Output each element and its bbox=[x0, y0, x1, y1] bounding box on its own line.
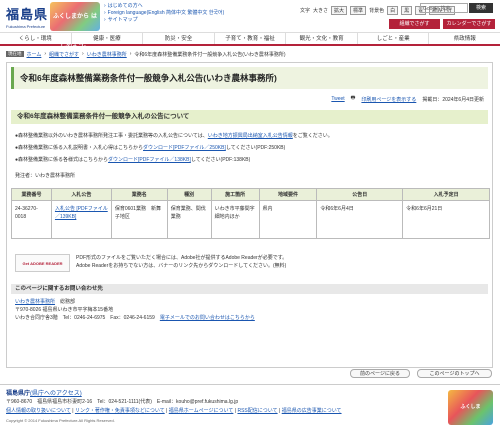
cell-notice-date: 令和6年6月4日 bbox=[316, 200, 404, 239]
pdf-notice-text: PDF形式のファイルをご覧いただく場合には、Adobe社が提供するAdobe R… bbox=[76, 255, 288, 269]
link-beginners[interactable]: › はじめての方へ bbox=[104, 3, 224, 10]
footer-logo: ふくしま bbox=[448, 390, 493, 425]
header-links: › はじめての方へ › Foreign language(English 简体中文 … bbox=[104, 3, 224, 24]
search-input[interactable]: Google 検索 bbox=[420, 3, 468, 13]
cell-number: 24-36270-0018 bbox=[11, 200, 52, 239]
arrow-icon: › bbox=[104, 3, 106, 9]
breadcrumb-current: 令和6年度森林整備業務条件付一般競争入札公告(いわき農林事務所) bbox=[134, 51, 286, 58]
bid-table: 業務番号 入札公告 業務名 種別 施工箇所 地域要件 公告日 入札予定日 24-… bbox=[11, 188, 490, 239]
page-title: 令和6年度森林整備業務条件付一般競争入札公告(いわき農林事務所) bbox=[11, 67, 488, 89]
nav-item-tourism[interactable]: 観光・文化・教育 bbox=[286, 33, 358, 44]
nav-item-childcare[interactable]: 子育て・教育・福祉 bbox=[215, 33, 287, 44]
cell-region: 県内 bbox=[258, 200, 318, 239]
breadcrumb-home[interactable]: ホーム bbox=[27, 51, 42, 58]
logo-subtitle: Fukushima Prefecture bbox=[6, 24, 46, 29]
col-header: 入札予定日 bbox=[402, 188, 490, 201]
page-nav: 前のページに戻る このページのトップへ bbox=[0, 368, 500, 380]
col-header: 地域要件 bbox=[258, 188, 318, 201]
section-heading: 令和6年度森林整備業務条件付一般競争入札の公告について bbox=[11, 110, 488, 124]
bid-info-link[interactable]: いわき地方振興局出納室入札公告情報 bbox=[208, 133, 293, 139]
col-header: 公告日 bbox=[316, 188, 404, 201]
paragraph-2: ●森林整備業務に係る入札説明書・入札心得はこちらからダウンロード[PDFファイル… bbox=[15, 145, 286, 151]
cell-place: いわき市平藤間字細地内ほか bbox=[210, 200, 260, 239]
pdf-reader-notice: Get ADOBE READER PDF形式のファイルをご覧いただく場合には、A… bbox=[15, 254, 484, 272]
bg-color-label: 背景色 bbox=[369, 8, 385, 14]
main-content: 令和6年度森林整備業務条件付一般競争入札公告(いわき農林事務所) Tweet 🖶… bbox=[6, 62, 493, 368]
col-header: 施工箇所 bbox=[210, 188, 260, 201]
office-phone: いわき合同庁舎3階 Tel：0246-24-6975 Fax：0246-24-6… bbox=[15, 315, 155, 321]
page-top-button[interactable]: このページのトップへ bbox=[417, 369, 492, 378]
office-link[interactable]: いわき農林事務所 bbox=[15, 299, 55, 305]
breadcrumb-sep: › bbox=[129, 51, 132, 57]
office-address: 〒970-8026 福島県いわき市平字梅本15番地 bbox=[15, 307, 114, 313]
link-foreign-language[interactable]: › Foreign language(English 简体中文 繁體中文 한국어) bbox=[104, 10, 224, 17]
footer-link-copyright[interactable]: リンク・著作権・免責事項などについて bbox=[75, 408, 165, 414]
paragraph-3: ●森林整備業務に係る各様式はこちらからダウンロード[PDFファイル／138KB]… bbox=[15, 157, 251, 163]
site-header: 福島県 Fukushima Prefecture ふくしまから はじめよう。 ›… bbox=[0, 0, 500, 49]
posted-date: 掲載日：2024年6月4日更新 bbox=[422, 96, 484, 103]
pdf-link-1[interactable]: [PDFファイル／250KB] bbox=[173, 145, 226, 151]
table-row: 24-36270-0018 入札公告 [PDFファイル／139KB] 保育060… bbox=[11, 200, 490, 239]
back-button[interactable]: 前のページに戻る bbox=[350, 369, 410, 378]
font-size-label-2: 大きさ bbox=[313, 8, 329, 14]
link-sitemap[interactable]: › サイトマップ bbox=[104, 17, 224, 24]
body-text: ●森林整備業務以外のいわき農林事務所発注工事・委託業務等の入札公告については、い… bbox=[15, 132, 484, 180]
pdf-link-2[interactable]: [PDFファイル／138KB] bbox=[138, 157, 191, 163]
cell-bid-date: 令和6年6月21日 bbox=[402, 200, 490, 239]
col-header: 業務名 bbox=[110, 188, 168, 201]
col-header: 業務番号 bbox=[11, 188, 52, 201]
search-by-calendar-button[interactable]: カレンダーでさがす bbox=[443, 19, 495, 29]
inquiry-info: いわき農林事務所 総務部 〒970-8026 福島県いわき市平字梅本15番地 い… bbox=[15, 298, 484, 322]
breadcrumb-here-label: 現在地 bbox=[6, 51, 24, 57]
font-size-label: 文字 bbox=[300, 8, 311, 14]
tweet-link[interactable]: Tweet bbox=[331, 96, 344, 102]
download-link-2[interactable]: ダウンロード bbox=[108, 157, 138, 163]
inquiry-heading: このページに関するお問い合わせ先 bbox=[11, 284, 488, 294]
print-link[interactable]: 印刷用ページを表示する bbox=[361, 96, 416, 103]
mascot-text: ふくしまから はじめよう。 bbox=[52, 13, 98, 49]
footer-link-privacy[interactable]: 個人情報の取り扱いについて bbox=[6, 408, 71, 414]
col-header: 入札公告 bbox=[50, 188, 112, 201]
cell-name: 保育0601業務 新舞子地区 bbox=[110, 200, 168, 239]
notice-pdf-link[interactable]: 入札公告 [PDFファイル／139KB] bbox=[55, 206, 108, 220]
cell-notice: 入札公告 [PDFファイル／139KB] bbox=[50, 200, 112, 239]
bg-white-button[interactable]: 白 bbox=[387, 6, 399, 15]
font-enlarge-button[interactable]: 拡大 bbox=[331, 6, 348, 15]
logo-title: 福島県 bbox=[6, 8, 49, 23]
footer-links: 個人情報の取り扱いについて | リンク・著作権・免責事項などについて | 福島県… bbox=[6, 408, 342, 414]
copyright: Copyright © 2014 Fukushima Prefecture.Al… bbox=[6, 418, 115, 423]
nav-item-safety[interactable]: 防災・安全 bbox=[143, 33, 215, 44]
site-footer: 福島県庁(県庁へのアクセス) 〒960-8670 福島県福島市杉妻町2-16 T… bbox=[0, 384, 500, 438]
table-header-row: 業務番号 入札公告 業務名 種別 施工箇所 地域要件 公告日 入札予定日 bbox=[11, 188, 490, 201]
arrow-icon: › bbox=[104, 10, 106, 16]
arrow-icon: › bbox=[104, 17, 106, 23]
breadcrumb-sep: › bbox=[44, 51, 47, 57]
footer-title: 福島県庁(県庁へのアクセス) bbox=[6, 391, 82, 397]
issuer-text: 発注者：いわき農林事務所 bbox=[15, 173, 76, 179]
access-link[interactable]: (県庁へのアクセス) bbox=[30, 391, 82, 397]
bg-black-button[interactable]: 黒 bbox=[401, 6, 413, 15]
printer-icon: 🖶 bbox=[350, 95, 356, 101]
search-by-org-button[interactable]: 組織でさがす bbox=[389, 19, 440, 29]
nav-item-prefecture[interactable]: 県政情報 bbox=[429, 33, 500, 44]
footer-address: 〒960-8670 福島県福島市杉妻町2-16 Tel：024-521-1111… bbox=[6, 399, 239, 405]
download-link-1[interactable]: ダウンロード bbox=[143, 145, 173, 151]
share-bar: Tweet 🖶 印刷用ページを表示する 掲載日：2024年6月4日更新 bbox=[15, 94, 484, 104]
font-standard-button[interactable]: 標準 bbox=[350, 6, 367, 15]
nav-item-work[interactable]: しごと・産業 bbox=[358, 33, 430, 44]
footer-link-ads[interactable]: 福島県の広告事業について bbox=[282, 408, 342, 414]
footer-link-rss[interactable]: RSS配信について bbox=[237, 408, 277, 414]
search-button[interactable]: 検索 bbox=[469, 3, 493, 13]
paragraph-1: ●森林整備業務以外のいわき農林事務所発注工事・委託業務等の入札公告については、い… bbox=[15, 133, 333, 139]
col-header: 種別 bbox=[166, 188, 212, 201]
adobe-reader-banner[interactable]: Get ADOBE READER bbox=[15, 254, 70, 272]
footer-link-website[interactable]: 福島県ホームページについて bbox=[169, 408, 234, 414]
cell-type: 保育業務、間伐業務 bbox=[166, 200, 212, 239]
mascot-banner[interactable]: ふくしまから はじめよう。 bbox=[50, 2, 100, 49]
email-inquiry-link[interactable]: 電子メールでのお問い合わせはこちらから bbox=[160, 315, 255, 321]
site-logo[interactable]: 福島県 Fukushima Prefecture bbox=[6, 4, 49, 29]
